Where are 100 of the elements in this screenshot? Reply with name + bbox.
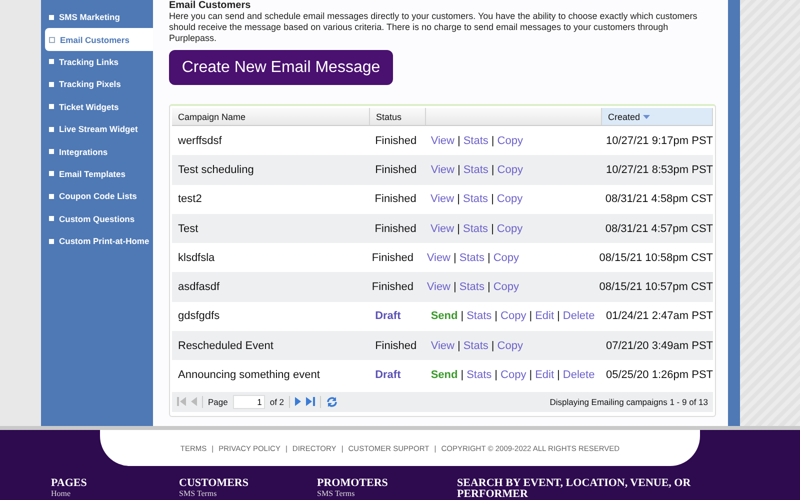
page-count: of 2 <box>270 396 284 407</box>
action-link[interactable]: Stats <box>463 164 488 176</box>
column-header[interactable]: Campaign Name <box>172 108 370 125</box>
action-link[interactable]: Send <box>430 369 458 382</box>
action-link[interactable]: Copy <box>493 252 519 264</box>
sidebar-item[interactable]: SMS Marketing <box>41 6 153 28</box>
campaign-status: Draft <box>374 369 402 382</box>
action-link[interactable]: Copy <box>500 310 526 322</box>
next-page-icon[interactable] <box>295 397 302 406</box>
campaign-status: Finished <box>374 222 418 235</box>
campaign-name: Test <box>177 222 200 235</box>
campaign-name: Test scheduling <box>177 164 255 176</box>
footer-link[interactable]: SMS Terms <box>317 489 457 498</box>
action-link[interactable]: Stats <box>463 340 488 352</box>
action-link[interactable]: Copy <box>497 164 523 176</box>
separator-text: | <box>491 164 494 176</box>
action-link[interactable]: Stats <box>459 252 484 264</box>
sidebar-item[interactable]: Live Stream Widget <box>41 118 153 140</box>
separator-text: | <box>457 340 460 352</box>
action-link[interactable]: Copy <box>496 222 523 235</box>
action-link[interactable]: Stats <box>462 222 488 235</box>
action-link[interactable]: View <box>430 222 454 235</box>
created-date: 08/31/21 4:58pm CST <box>604 193 714 206</box>
column-label: Created <box>608 112 640 122</box>
action-link[interactable]: View <box>430 164 454 176</box>
campaign-name: asdfasdf <box>177 281 221 294</box>
separator-text: | <box>557 369 560 382</box>
action-link[interactable]: View <box>430 340 454 352</box>
created-date: 10/27/21 9:17pm PST <box>604 134 713 147</box>
separator-text: | <box>487 281 490 294</box>
campaign-status: Finished <box>370 281 414 294</box>
column-header[interactable]: Created <box>602 108 713 125</box>
sidebar-item[interactable]: Custom Print-at-Home <box>41 230 153 252</box>
separator-text: | <box>491 193 494 206</box>
separator-text: | <box>529 369 532 382</box>
footer-heading: SEARCH BY EVENT, LOCATION, VENUE, OR PERFORMER <box>457 478 692 500</box>
campaign-name: Rescheduled Event <box>177 340 274 352</box>
separator-text: | <box>494 369 498 382</box>
last-page-icon[interactable] <box>306 397 316 406</box>
action-link[interactable]: View <box>430 193 454 206</box>
separator-text: | <box>491 134 494 147</box>
sidebar-item[interactable]: Tracking Links <box>41 50 153 74</box>
action-link[interactable]: Delete <box>562 369 595 382</box>
separator-text: | <box>460 310 464 322</box>
separator-text: | <box>491 340 494 352</box>
campaign-status: Draft <box>374 310 402 322</box>
refresh-icon[interactable] <box>326 396 338 408</box>
sidebar-item[interactable]: Integrations <box>41 140 153 163</box>
action-link[interactable]: View <box>430 134 454 147</box>
sidebar-item[interactable]: Custom Questions <box>41 208 153 230</box>
action-link[interactable]: Send <box>430 310 458 322</box>
separator-text: | <box>557 310 560 322</box>
action-link[interactable]: Edit <box>535 310 554 322</box>
footer-heading: PROMOTERS <box>317 478 389 489</box>
created-date: 05/25/20 1:26pm PST <box>604 369 713 382</box>
separator-text: | <box>457 222 460 235</box>
sidebar-item[interactable]: Email Customers <box>45 28 153 51</box>
action-link[interactable]: View <box>426 252 451 264</box>
sidebar-item[interactable]: Ticket Widgets <box>41 96 153 118</box>
separator-text: | <box>460 369 464 382</box>
action-link[interactable]: Stats <box>466 369 492 382</box>
campaign-name: klsdfsla <box>177 252 216 264</box>
footer-heading: CUSTOMERS <box>179 478 250 489</box>
footer-heading: PAGES <box>51 478 88 489</box>
separator-text: | <box>491 222 494 235</box>
column-header[interactable]: Status <box>370 108 426 125</box>
separator-text: | <box>487 252 490 264</box>
page-description: Here you can send and schedule email messages directly to your customers. You have the ability to choose exactly which customers should receive the message based on various criteria. There is no charge to send email messages to your customers through Purplepass. <box>169 11 698 44</box>
footer-link[interactable]: SMS Terms <box>179 489 317 498</box>
campaign-name: Announcing something event <box>177 369 321 382</box>
create-email-button[interactable]: Create New Email Message <box>169 50 393 85</box>
campaign-status: Finished <box>374 340 418 352</box>
separator-text: | <box>494 310 498 322</box>
created-date: 10/27/21 8:53pm PST <box>604 164 713 176</box>
separator-text: | <box>457 164 460 176</box>
action-link[interactable]: Copy <box>497 340 523 352</box>
action-link[interactable]: Stats <box>462 193 488 206</box>
sidebar-item[interactable]: Coupon Code Lists <box>41 185 153 208</box>
action-link[interactable]: Copy <box>496 193 523 206</box>
campaign-name: werffsdsf <box>177 134 223 147</box>
separator-text: | <box>454 252 456 264</box>
page-number-field[interactable]: 1 <box>232 394 265 409</box>
action-link[interactable]: Copy <box>500 369 526 382</box>
sidebar-item[interactable]: Email Templates <box>41 162 153 186</box>
action-link[interactable]: Edit <box>535 369 554 382</box>
action-link[interactable]: Stats <box>459 281 484 294</box>
page-label: Page <box>208 396 228 407</box>
created-date: 07/21/20 3:49am PST <box>604 340 713 352</box>
separator-text: | <box>457 193 460 206</box>
sidebar-item[interactable]: Tracking Pixels <box>41 73 153 96</box>
action-link[interactable]: Copy <box>497 134 523 147</box>
action-link[interactable]: Stats <box>463 134 488 147</box>
action-link[interactable]: Copy <box>493 281 519 294</box>
action-link[interactable]: Delete <box>562 310 595 322</box>
action-link[interactable]: Stats <box>466 310 492 322</box>
separator-text: | <box>529 310 532 322</box>
action-link[interactable]: View <box>426 281 451 294</box>
footer-link[interactable]: Home <box>51 489 179 498</box>
campaign-name: test2 <box>177 193 203 206</box>
campaign-status: Finished <box>374 193 418 206</box>
